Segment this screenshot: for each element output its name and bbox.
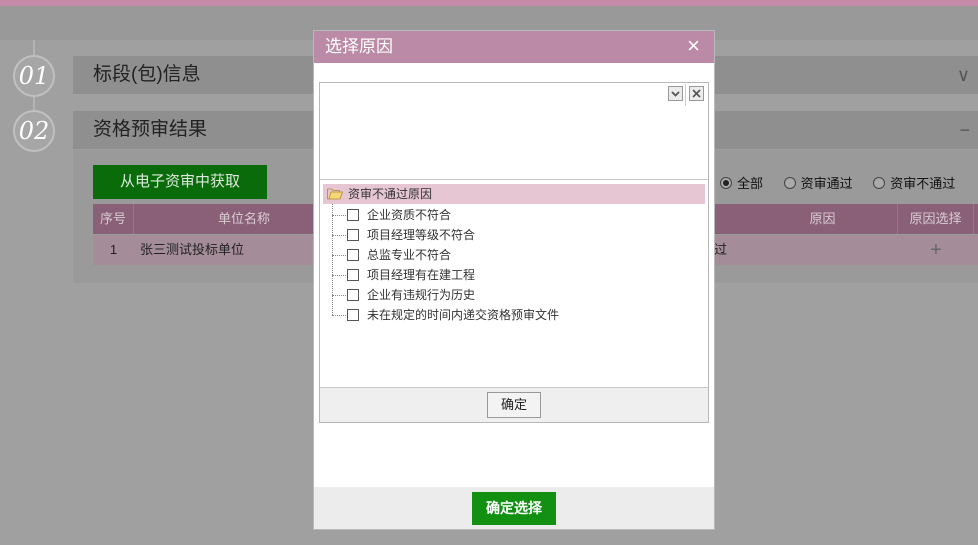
filter-all[interactable]: 全部 — [720, 173, 763, 192]
result-filter: 全部 资审通过 资审不通过 — [720, 173, 972, 192]
step-number-02: 02 — [13, 110, 55, 152]
tree-root-label: 资审不通过原因 — [348, 187, 433, 201]
radio-icon[interactable] — [783, 177, 796, 189]
reason-picker: 资审不通过原因 企业资质不符合 项目经理等级不符合 总监专业不符合 项目经理有在… — [319, 82, 709, 423]
folder-open-icon — [327, 188, 343, 200]
tree-connector — [332, 204, 333, 315]
checkbox[interactable] — [347, 229, 359, 241]
close-icon[interactable]: × — [687, 31, 700, 61]
selected-reasons-box[interactable] — [320, 83, 708, 180]
cell-index: 1 — [109, 242, 118, 257]
col-reason-select: 原因选择 — [898, 204, 974, 234]
checkbox[interactable] — [347, 209, 359, 221]
dialog-footer: 确定选择 — [314, 487, 714, 529]
step-number-01: 01 — [13, 55, 55, 97]
picker-footer: 确定 — [320, 387, 708, 422]
section-title: 标段(包)信息 — [93, 64, 201, 85]
expand-icon[interactable]: ∨ — [957, 56, 970, 94]
checkbox[interactable] — [347, 289, 359, 301]
radio-selected-icon[interactable] — [720, 177, 732, 189]
section-title: 资格预审结果 — [93, 119, 208, 140]
dialog-title-bar: 选择原因 × — [314, 31, 714, 63]
dialog-title: 选择原因 — [325, 37, 393, 56]
confirm-selection-button[interactable]: 确定选择 — [472, 492, 556, 525]
divider — [685, 84, 686, 106]
checkbox[interactable] — [347, 249, 359, 261]
filter-fail[interactable]: 资审不通过 — [873, 173, 955, 192]
add-reason-icon[interactable]: + — [898, 235, 974, 265]
col-index: 序号 — [93, 204, 134, 234]
checkbox[interactable] — [347, 269, 359, 281]
filter-pass[interactable]: 资审通过 — [783, 173, 853, 192]
select-reason-dialog: 选择原因 × 资审不通过原因 企业资质不符合 项目经理等级不符合 总监专业不符合… — [313, 30, 715, 530]
cell-status: 过 — [714, 242, 728, 257]
fetch-from-e-review-button[interactable]: 从电子资审中获取 — [93, 165, 267, 199]
checkbox[interactable] — [347, 309, 359, 321]
tree-root-node[interactable]: 资审不通过原因 — [323, 184, 705, 204]
col-reason: 原因 — [748, 204, 898, 234]
chevron-down-icon[interactable] — [668, 86, 683, 101]
reason-tree: 资审不通过原因 企业资质不符合 项目经理等级不符合 总监专业不符合 项目经理有在… — [320, 181, 708, 387]
close-icon[interactable] — [689, 86, 704, 101]
radio-icon[interactable] — [873, 177, 886, 189]
ok-button[interactable]: 确定 — [487, 392, 541, 418]
collapse-icon[interactable]: − — [959, 111, 970, 149]
